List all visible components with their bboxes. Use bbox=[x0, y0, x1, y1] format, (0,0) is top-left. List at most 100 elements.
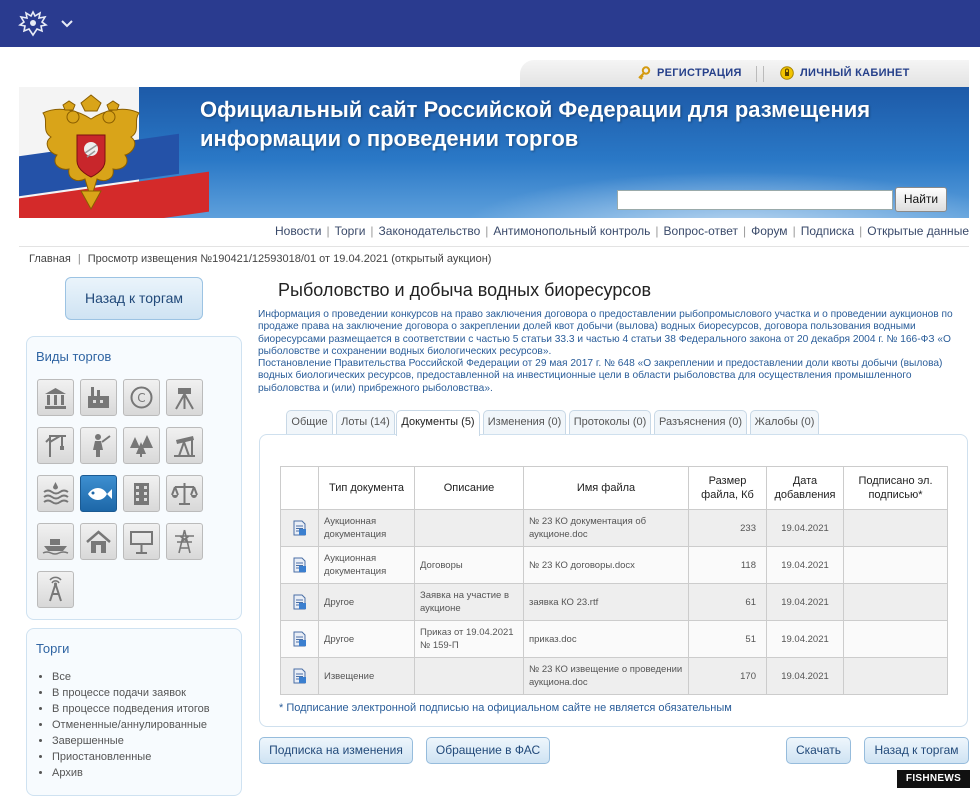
fas-appeal-button[interactable]: Обращение в ФАС bbox=[426, 737, 550, 764]
back-to-torgi-button[interactable]: Назад к торгам bbox=[65, 277, 203, 320]
torgi-item-archive[interactable]: Архив bbox=[52, 765, 210, 781]
doc-filename[interactable]: заявка КО 23.rtf bbox=[523, 583, 689, 621]
doc-size: 51 bbox=[688, 620, 767, 658]
doc-signed bbox=[843, 620, 948, 658]
nav-subscription[interactable]: Подписка bbox=[801, 224, 854, 238]
doc-type: Извещение bbox=[318, 657, 415, 695]
torgi-type-tile[interactable] bbox=[80, 379, 117, 416]
doc-description: Договоры bbox=[414, 546, 524, 584]
nav-news[interactable]: Новости bbox=[275, 224, 321, 238]
doc-size: 118 bbox=[688, 546, 767, 584]
nav-torgi[interactable]: Торги bbox=[335, 224, 366, 238]
torgi-type-tile[interactable] bbox=[80, 523, 117, 560]
torgi-item-cancelled[interactable]: Отмененные/аннулированные bbox=[52, 717, 210, 733]
nav-law[interactable]: Законодательство bbox=[379, 224, 481, 238]
download-button[interactable]: Скачать bbox=[786, 737, 851, 764]
divider bbox=[756, 66, 764, 82]
torgi-type-tile[interactable] bbox=[166, 427, 203, 464]
doc-signed bbox=[843, 583, 948, 621]
double-headed-eagle-icon[interactable] bbox=[18, 9, 48, 37]
doc-date: 19.04.2021 bbox=[766, 583, 844, 621]
torgi-item-results[interactable]: В процессе подведения итогов bbox=[52, 701, 210, 717]
torgi-type-tile[interactable] bbox=[166, 523, 203, 560]
nav-forum[interactable]: Форум bbox=[751, 224, 787, 238]
doc-filename[interactable]: приказ.doc bbox=[523, 620, 689, 658]
doc-type: Другое bbox=[318, 583, 415, 621]
nav-antimonopoly[interactable]: Антимонопольный контроль bbox=[493, 224, 650, 238]
torgi-item-finished[interactable]: Завершенные bbox=[52, 733, 210, 749]
doc-size: 61 bbox=[688, 583, 767, 621]
radio-tower-icon bbox=[49, 576, 62, 602]
building-icon bbox=[134, 483, 149, 505]
document-icon-cell[interactable] bbox=[280, 583, 319, 621]
cabinet-link[interactable]: ЛИЧНЫЙ КАБИНЕТ bbox=[800, 67, 910, 79]
chevron-down-icon[interactable] bbox=[60, 16, 74, 30]
torgi-type-tile[interactable] bbox=[37, 571, 74, 608]
table-row: Извещение № 23 КО извещение о проведении … bbox=[280, 657, 948, 695]
user-strip: РЕГИСТРАЦИЯ ЛИЧНЫЙ КАБИНЕТ bbox=[520, 60, 969, 88]
torgi-type-tile[interactable] bbox=[80, 475, 117, 512]
key-icon bbox=[638, 66, 651, 80]
torgi-type-tile[interactable] bbox=[123, 427, 160, 464]
table-row: Другое Приказ от 19.04.2021 № 159-П приказ… bbox=[280, 620, 948, 658]
nav-faq[interactable]: Вопрос-ответ bbox=[664, 224, 738, 238]
torgi-title: Торги bbox=[36, 641, 70, 656]
fishnews-watermark: FISHNEWS bbox=[897, 770, 970, 788]
document-icon-cell[interactable] bbox=[280, 509, 319, 547]
doc-type: Аукционная документация bbox=[318, 509, 415, 547]
search-input[interactable] bbox=[617, 190, 893, 210]
register-link[interactable]: РЕГИСТРАЦИЯ bbox=[657, 67, 742, 79]
svg-text:C: C bbox=[137, 391, 145, 405]
divider bbox=[19, 246, 969, 247]
document-icon-cell[interactable] bbox=[280, 657, 319, 695]
torgi-type-tile[interactable] bbox=[37, 523, 74, 560]
tab-protocols[interactable]: Протоколы (0) bbox=[569, 410, 651, 435]
documents-table: Тип документа Описание Имя файла Размер … bbox=[280, 466, 948, 695]
breadcrumb: Главная | Просмотр извещения №190421/12593… bbox=[29, 253, 492, 265]
torgi-type-tile[interactable]: C bbox=[123, 379, 160, 416]
billboard-icon bbox=[130, 531, 153, 554]
torgi-types-title: Виды торгов bbox=[36, 349, 112, 364]
tab-general[interactable]: Общие bbox=[286, 410, 333, 435]
torgi-type-tile[interactable] bbox=[80, 427, 117, 464]
doc-signed bbox=[843, 509, 948, 547]
nav-opendata[interactable]: Открытые данные bbox=[867, 224, 969, 238]
fish-icon bbox=[88, 488, 112, 500]
search-button[interactable]: Найти bbox=[895, 187, 947, 212]
doc-filename[interactable]: № 23 КО извещение о проведении аукциона.… bbox=[523, 657, 689, 695]
torgi-type-tile[interactable] bbox=[37, 379, 74, 416]
tab-changes[interactable]: Изменения (0) bbox=[483, 410, 566, 435]
torgi-item-suspended[interactable]: Приостановленные bbox=[52, 749, 210, 765]
torgi-type-tile[interactable] bbox=[166, 379, 203, 416]
document-icon[interactable] bbox=[292, 668, 308, 684]
breadcrumb-home[interactable]: Главная bbox=[29, 253, 71, 265]
factory-icon bbox=[88, 387, 109, 408]
coin-icon: C bbox=[130, 386, 153, 409]
subscribe-changes-button[interactable]: Подписка на изменения bbox=[259, 737, 413, 764]
torgi-type-tile[interactable] bbox=[123, 523, 160, 560]
torgi-type-tile[interactable] bbox=[37, 427, 74, 464]
torgi-type-tile[interactable] bbox=[123, 475, 160, 512]
document-icon[interactable] bbox=[292, 631, 308, 647]
document-icon-cell[interactable] bbox=[280, 546, 319, 584]
tab-complaints[interactable]: Жалобы (0) bbox=[750, 410, 819, 435]
torgi-type-tile[interactable] bbox=[166, 475, 203, 512]
doc-filename[interactable]: № 23 КО документация об аукционе.doc bbox=[523, 509, 689, 547]
doc-filename[interactable]: № 23 КО договоры.docx bbox=[523, 546, 689, 584]
document-icon[interactable] bbox=[292, 594, 308, 610]
table-row: Аукционная документация Договоры № 23 КО д… bbox=[280, 546, 948, 584]
tab-clarifications[interactable]: Разъяснения (0) bbox=[654, 410, 747, 435]
torgi-item-applications[interactable]: В процессе подачи заявок bbox=[52, 685, 210, 701]
document-icon[interactable] bbox=[292, 520, 308, 536]
doc-signed bbox=[843, 657, 948, 695]
document-icon-cell[interactable] bbox=[280, 620, 319, 658]
torgi-type-tile[interactable] bbox=[37, 475, 74, 512]
doc-size: 233 bbox=[688, 509, 767, 547]
back-to-torgi-bottom-button[interactable]: Назад к торгам bbox=[864, 737, 969, 764]
tab-documents[interactable]: Документы (5) bbox=[396, 410, 480, 436]
document-icon[interactable] bbox=[292, 557, 308, 573]
torgi-item-all[interactable]: Все bbox=[52, 669, 210, 685]
torgi-list: Все В процессе подачи заявок В процессе … bbox=[52, 669, 210, 781]
tab-lots[interactable]: Лоты (14) bbox=[336, 410, 395, 435]
house-icon bbox=[86, 530, 111, 553]
